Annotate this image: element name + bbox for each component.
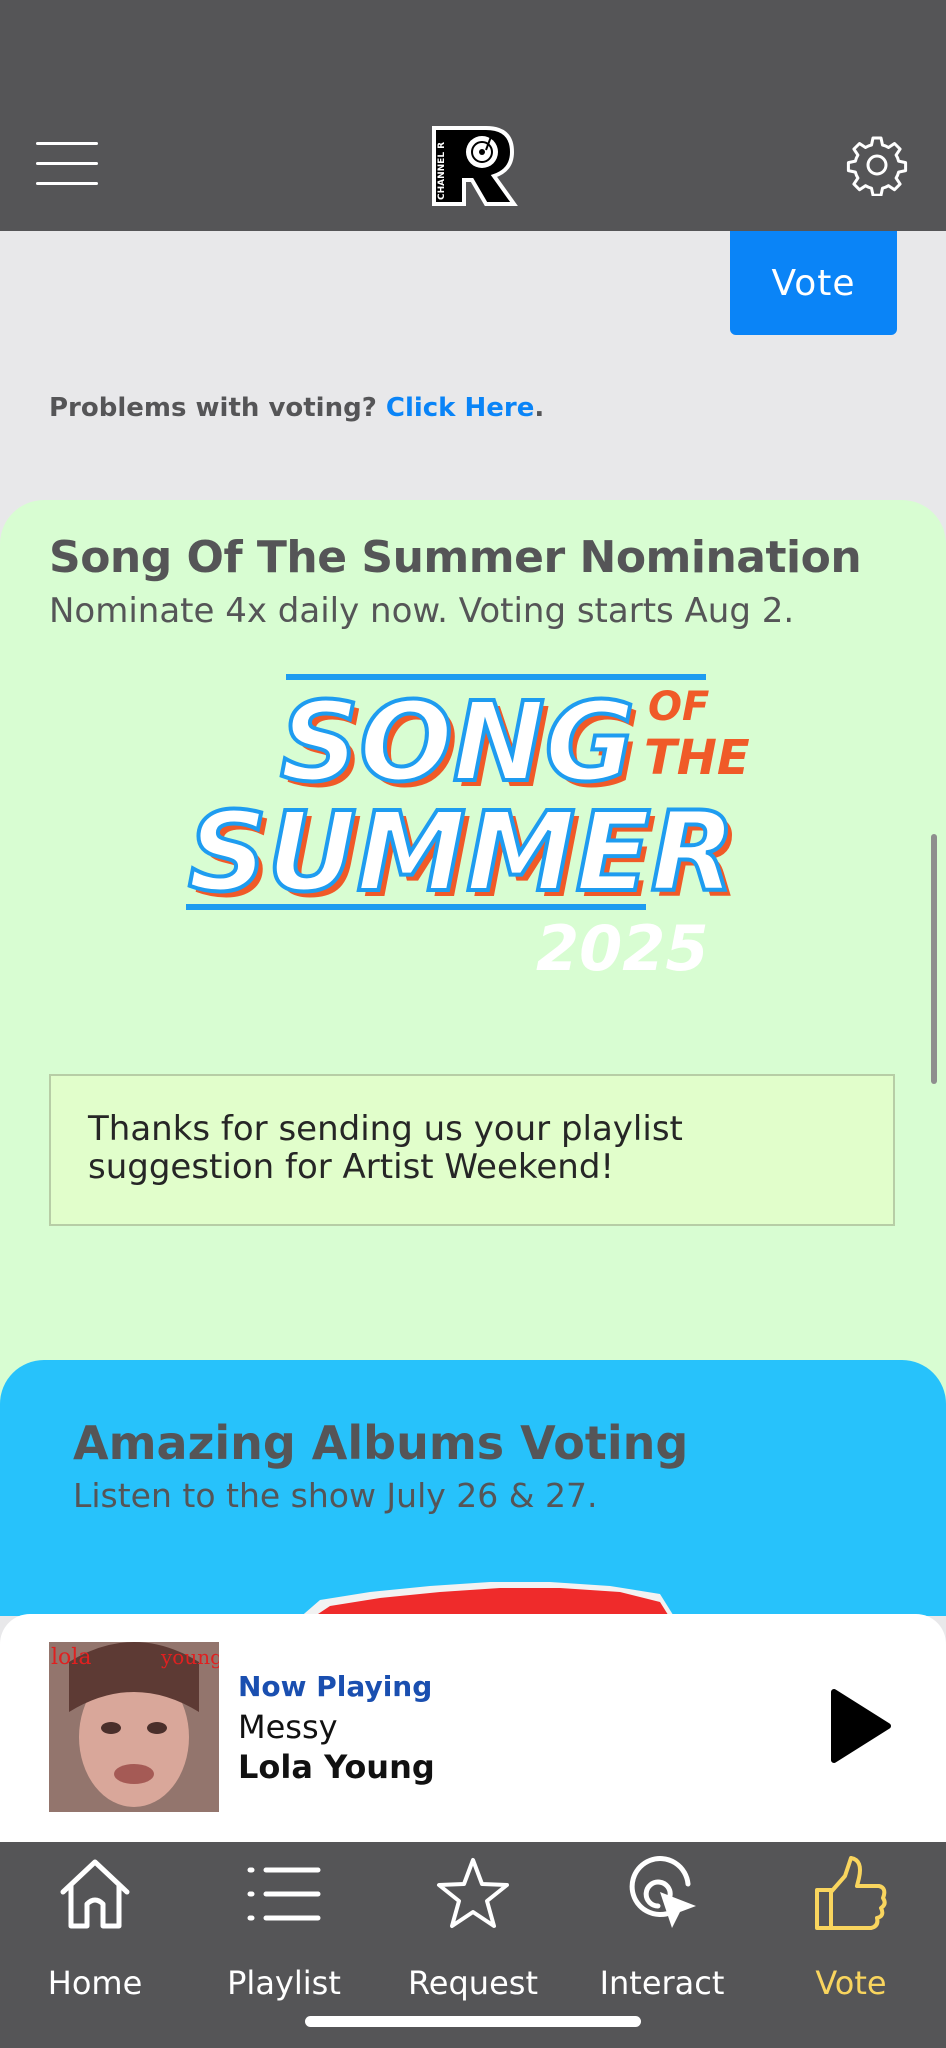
amazing-albums-title: Amazing Albums Voting	[73, 1416, 689, 1470]
svg-text:SONG: SONG	[280, 678, 635, 806]
song-of-summer-subtitle: Nominate 4x daily now. Voting starts Aug…	[49, 591, 795, 631]
svg-text:OF: OF	[648, 684, 709, 730]
song-of-summer-title: Song Of The Summer Nomination	[49, 532, 862, 583]
tab-playlist[interactable]: Playlist	[194, 1856, 374, 2002]
album-art: lola young	[49, 1642, 219, 1812]
content-area[interactable]: Vote Problems with voting? Click Here. S…	[0, 231, 946, 1616]
song-of-summer-logo: SONG SONG OF THE SUMMER SUMMER 2025	[186, 674, 750, 979]
svg-text:2025: 2025	[536, 912, 709, 979]
amazing-albums-logo	[301, 1582, 674, 1616]
play-icon[interactable]	[828, 1688, 892, 1764]
tab-vote[interactable]: Vote	[761, 1856, 941, 2002]
voting-problems-text: Problems with voting? Click Here.	[49, 393, 545, 423]
amazing-albums-subtitle: Listen to the show July 26 & 27.	[73, 1476, 598, 1515]
channel-r-logo: CHANNEL R	[432, 126, 518, 206]
gear-icon[interactable]	[846, 134, 908, 196]
svg-text:THE: THE	[644, 730, 750, 786]
interact-icon	[629, 1856, 696, 1928]
home-icon	[60, 1859, 130, 1929]
now-playing-label: Now Playing	[238, 1670, 433, 1703]
problems-label: Problems with voting?	[49, 393, 377, 423]
tab-home[interactable]: Home	[5, 1856, 185, 2002]
svg-text:lola: lola	[51, 1645, 91, 1670]
star-icon	[437, 1858, 509, 1928]
svg-text:CHANNEL R: CHANNEL R	[437, 142, 447, 200]
artist-name: Lola Young	[238, 1748, 435, 1786]
tab-interact[interactable]: Interact	[572, 1856, 752, 2002]
vote-button[interactable]: Vote	[730, 231, 897, 335]
click-here-link[interactable]: Click Here	[386, 393, 535, 423]
top-bar: CHANNEL R	[0, 0, 946, 231]
tab-playlist-label: Playlist	[227, 1964, 341, 2002]
scrollbar[interactable]	[931, 834, 937, 1084]
list-icon	[247, 1867, 321, 1921]
tab-vote-label: Vote	[815, 1964, 887, 2002]
svg-text:SUMMER: SUMMER	[188, 788, 735, 916]
tab-request[interactable]: Request	[383, 1856, 563, 2002]
tab-home-label: Home	[47, 1964, 143, 2002]
playlist-suggestion-notice: Thanks for sending us your playlist sugg…	[49, 1074, 895, 1226]
home-indicator[interactable]	[305, 2016, 641, 2027]
thumbs-up-icon	[815, 1856, 887, 1930]
tab-interact-label: Interact	[599, 1964, 725, 2002]
tab-request-label: Request	[408, 1964, 538, 2002]
song-of-summer-card	[0, 500, 946, 1500]
song-title: Messy	[238, 1708, 338, 1746]
menu-icon[interactable]	[36, 142, 100, 186]
svg-text:young: young	[160, 1645, 219, 1669]
